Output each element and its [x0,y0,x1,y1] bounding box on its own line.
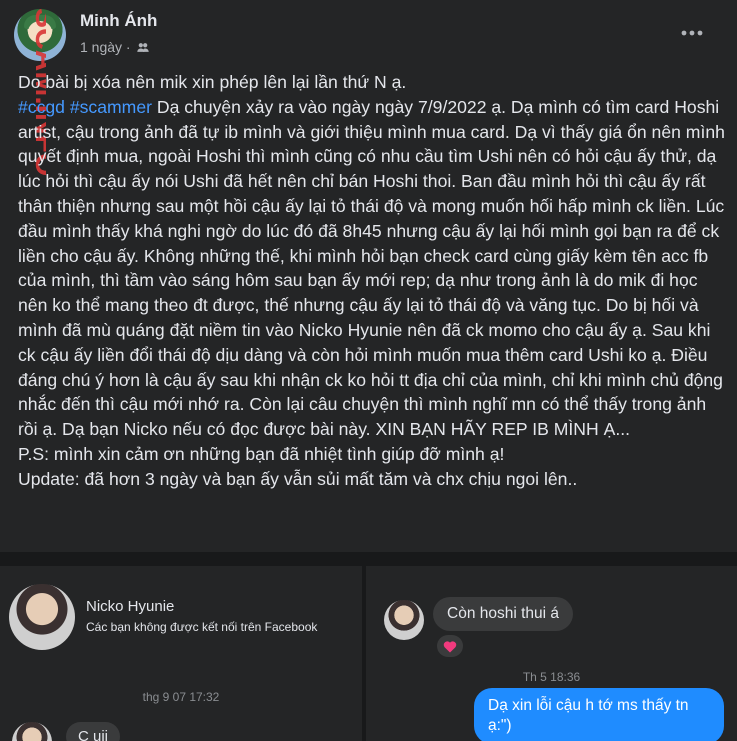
post-story: Dạ chuyện xảy ra vào ngày ngày 7/9/2022 … [18,96,725,440]
chat-timestamp: Th 5 18:36 [522,670,581,684]
author-name[interactable]: Minh Ánh [80,11,157,31]
post-line-intro: Do bài bị xóa nên mik xin phép lên lại l… [18,72,407,92]
post-line-update: Update: đã hơn 3 ngày và bạn ấy vẫn sủi … [18,468,578,489]
heart-reaction-icon [437,635,463,657]
post-text: Do bài bị xóa nên mik xin phép lên lại l… [18,70,726,492]
friends-globe-icon [136,43,149,52]
chat-screenshot-right[interactable]: Còn hoshi thui á Th 5 18:36 Dạ xin lỗi c… [366,566,737,741]
more-options-button[interactable] [679,20,705,46]
more-horizontal-icon [681,30,703,36]
contact-status: Các bạn không được kết nối trên Facebook [86,620,318,634]
post-header: Minh Ánh 1 ngày · [0,0,737,68]
outgoing-message: Dạ xin lỗi cậu h tớ ms thấy tn ạ:") [474,688,724,741]
contact-avatar [9,584,75,650]
post-time[interactable]: 1 ngày · [80,39,131,55]
sender-avatar [12,722,52,741]
sender-avatar [384,600,424,640]
chat-timestamp: thg 9 07 17:32 [142,690,220,704]
post-line-ps: P.S: mình xin cảm ơn những bạn đã nhiệt … [18,443,505,464]
author-avatar[interactable] [14,9,66,61]
post-paragraph-main: #ccgd #scammer Dạ chuyện xảy ra vào ngày… [18,95,726,442]
attached-screenshots[interactable]: Nicko Hyunie Các bạn không được kết nối … [0,552,737,741]
post-meta: 1 ngày · [80,39,150,55]
hashtag-scammer[interactable]: #scammer [70,97,152,117]
incoming-message: C uii [66,722,121,741]
chat-screenshot-left[interactable]: Nicko Hyunie Các bạn không được kết nối … [0,566,362,741]
contact-name: Nicko Hyunie [86,598,175,615]
hashtag-ccgd[interactable]: #ccgd [18,97,65,117]
incoming-message: Còn hoshi thui á [433,597,574,631]
